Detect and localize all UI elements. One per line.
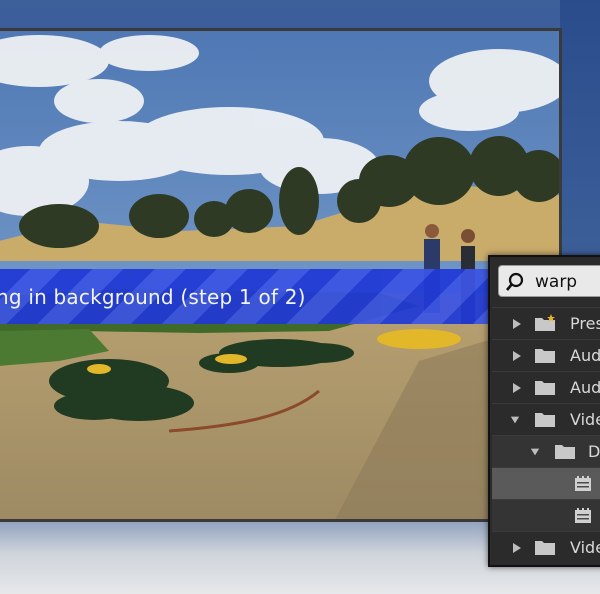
tree-item-video-transitions[interactable]: Vide (492, 531, 600, 563)
stabilizer-status-banner: ng in background (step 1 of 2) (0, 269, 559, 324)
video-effect-icon (575, 508, 591, 523)
folder-icon (535, 349, 555, 363)
preset-folder-icon (535, 314, 555, 331)
expand-arrow-icon[interactable] (512, 318, 522, 330)
tree-item-effect-selected[interactable] (492, 467, 600, 499)
tree-item-effect[interactable] (492, 499, 600, 531)
expand-arrow-icon[interactable] (512, 382, 522, 394)
expand-arrow-icon[interactable] (512, 350, 522, 362)
tree-item-label: Aud (570, 378, 600, 397)
effects-search-input[interactable]: warp (498, 265, 600, 297)
folder-icon (535, 381, 555, 395)
video-effect-icon (575, 476, 591, 491)
search-icon (506, 272, 524, 291)
stabilizer-status-text: ng in background (step 1 of 2) (0, 284, 306, 309)
background-sky (560, 0, 600, 260)
folder-icon (535, 413, 555, 427)
tree-item-presets[interactable]: Pres (492, 307, 600, 339)
tree-item-audio-effects[interactable]: Aud (492, 339, 600, 371)
folder-icon (555, 445, 575, 459)
expand-arrow-icon[interactable] (512, 542, 522, 554)
tree-item-audio-transitions[interactable]: Aud (492, 371, 600, 403)
tree-item-video-effects[interactable]: Vide (492, 403, 600, 435)
collapse-arrow-icon[interactable] (510, 414, 520, 426)
tree-item-label: D (588, 442, 600, 461)
tree-item-distort[interactable]: D (492, 435, 600, 467)
tree-item-label: Pres (570, 314, 600, 333)
tree-item-label: Aud (570, 346, 600, 365)
program-monitor-video[interactable]: ng in background (step 1 of 2) (0, 28, 562, 522)
folder-icon (535, 541, 555, 555)
collapse-arrow-icon[interactable] (530, 446, 540, 458)
effects-panel: warp Pres Aud Aud Vide (488, 255, 600, 567)
search-value: warp (535, 272, 578, 292)
tree-item-label: Vide (570, 410, 600, 429)
tree-item-label: Vide (570, 538, 600, 557)
